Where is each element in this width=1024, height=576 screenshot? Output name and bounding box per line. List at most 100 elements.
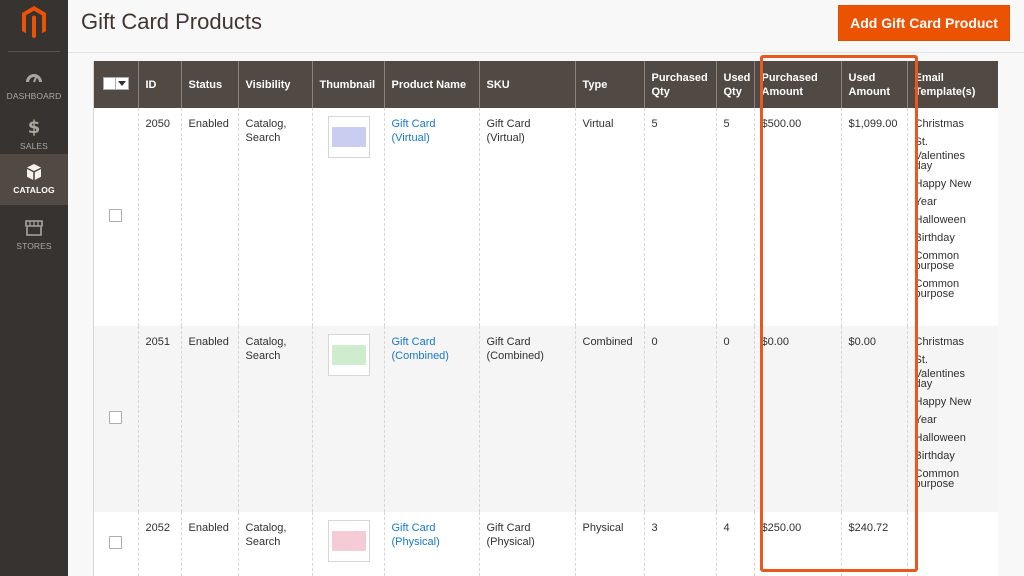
sidebar-item-label: CATALOG [13,185,55,195]
product-name-link[interactable]: Gift Card (Combined) [392,336,449,362]
cell-email-templates: Christmas St. Valentines day Happy New Year Ha… [906,326,998,512]
admin-sidebar: DASHBOARD $ SALES CATALOG STORES [0,0,68,576]
cell-thumbnail[interactable] [311,512,384,576]
cell-id: 2050 [137,108,181,326]
magento-logo-icon[interactable] [20,4,48,40]
column-header-product-name[interactable]: Product Name [383,61,479,108]
product-thumbnail[interactable] [327,334,370,376]
cell-product-name[interactable]: Gift Card (Physical) [383,512,479,576]
row-checkbox[interactable] [109,535,123,549]
email-template-line: Birthday [914,232,955,244]
mass-select-control[interactable] [102,76,129,90]
sidebar-item-label: STORES [16,241,52,251]
column-header-used-amount[interactable]: Used Amount [840,61,907,108]
cell-purchased-amount: $250.00 [753,512,841,576]
sidebar-item-sales[interactable]: $ SALES [0,110,68,160]
header-line: Used [848,71,876,84]
cell-sku: Gift Card (Virtual) [478,108,575,326]
chevron-down-icon[interactable] [116,78,128,89]
cell-visibility: Catalog, Search [237,326,312,512]
cell-type: Physical [574,512,644,576]
cell-purchased-amount: $500.00 [753,108,841,326]
column-header-sku[interactable]: SKU [478,61,575,108]
column-header-id[interactable]: ID [137,61,181,108]
cell-sku: Gift Card (Combined) [478,326,575,512]
cell-purchased-qty: 3 [643,512,716,576]
cell-used-amount: $240.72 [840,512,907,576]
cell-line: Catalog, [245,336,287,348]
column-header-used-qty[interactable]: Used Qty [715,61,754,108]
cell-status: Enabled [180,108,238,326]
email-template-line: Happy New [914,396,972,408]
column-header-thumbnail: Thumbnail [311,61,384,108]
header-line: Used [723,71,751,84]
table-row[interactable]: 2052 Enabled Catalog, Search Gift Card (Physi… [94,512,998,576]
cell-product-name[interactable]: Gift Card (Virtual) [383,108,479,326]
table-body: 2050 Enabled Catalog, Search Gift Card (Virtu… [94,108,998,576]
product-name-link[interactable]: Gift Card (Virtual) [392,118,436,144]
sidebar-item-dashboard[interactable]: DASHBOARD [0,60,68,110]
column-header-purchased-qty[interactable]: Purchased Qty [643,61,716,108]
sidebar-item-label: DASHBOARD [6,91,62,101]
email-template-line: Birthday [914,450,955,462]
email-template-line: Christmas [914,336,965,348]
cell-sku: Gift Card (Physical) [478,512,575,576]
column-header-email-templates[interactable]: Email Template(s) [906,61,998,108]
table-row[interactable]: 2051 Enabled Catalog, Search Gift Card (Combi… [94,326,998,512]
product-thumbnail[interactable] [327,116,370,158]
gift-card-image [331,127,366,147]
row-select-cell[interactable] [94,512,138,576]
cell-thumbnail[interactable] [311,108,384,326]
gift-card-image [331,345,366,365]
cell-line: Search [245,350,281,362]
cell-used-amount: $0.00 [840,326,907,512]
email-template-line: purpose [914,478,955,490]
email-template-line: Year [914,414,937,426]
header-line: Purchased [651,71,708,84]
cell-visibility: Catalog, Search [237,512,312,576]
column-header-type[interactable]: Type [574,61,644,108]
logo-divider [8,51,60,52]
cell-email-templates: Christmas St. Valentines day Happy New Year Ha… [906,108,998,326]
cell-line: (Combined) [486,350,544,362]
cell-line: Gift Card [391,336,436,348]
products-table: ID Status Visibility Thumbnail Product N… [94,61,998,576]
cell-line: Catalog, [245,522,287,534]
mass-select-header[interactable] [94,61,138,108]
dashboard-icon [26,74,42,83]
cell-product-name[interactable]: Gift Card (Combined) [383,326,479,512]
header-line: Qty [651,85,670,98]
row-checkbox[interactable] [109,410,123,424]
cell-line: Gift Card [486,336,531,348]
cell-thumbnail[interactable] [311,326,384,512]
cell-type: Combined [574,326,644,512]
sidebar-item-stores[interactable]: STORES [0,210,68,260]
cell-line: Gift Card [391,118,436,130]
email-template-line: Year [914,196,937,208]
catalog-box-icon [27,164,41,180]
cell-line: Gift Card [391,522,436,534]
mass-select-checkbox[interactable] [104,77,116,89]
column-header-visibility[interactable]: Visibility [237,61,312,108]
product-thumbnail[interactable] [327,520,370,562]
table-header-row: ID Status Visibility Thumbnail Product N… [94,61,998,108]
cell-status: Enabled [180,512,238,576]
dollar-icon: $ [27,117,41,138]
cell-line: Gift Card [486,118,531,130]
row-select-cell[interactable] [94,108,138,326]
sidebar-item-catalog[interactable]: CATALOG [0,154,68,205]
table-row[interactable]: 2050 Enabled Catalog, Search Gift Card (Virtu… [94,108,998,326]
cell-id: 2052 [137,512,181,576]
column-header-status[interactable]: Status [180,61,238,108]
cell-line: (Physical) [486,536,535,548]
cell-used-qty: 4 [715,512,754,576]
row-checkbox[interactable] [109,208,123,222]
product-name-link[interactable]: Gift Card (Physical) [392,522,440,548]
add-gift-card-product-button[interactable]: Add Gift Card Product [838,5,1010,41]
email-template-line: Happy New [914,178,972,190]
cell-line: Search [245,132,281,144]
header-line: Qty [723,85,742,98]
column-header-purchased-amount[interactable]: Purchased Amount [753,61,841,108]
row-select-cell[interactable] [94,326,138,512]
store-icon [25,220,43,236]
